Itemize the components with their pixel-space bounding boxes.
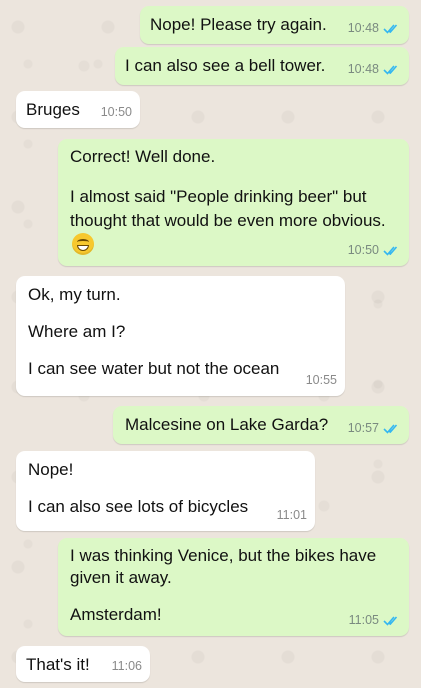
- message-meta: 11:01: [277, 504, 307, 526]
- message-meta: 10:50: [348, 239, 401, 261]
- double-check-icon: [383, 245, 398, 256]
- message-time: 10:50: [347, 243, 379, 257]
- message-incoming[interactable]: Bruges 10:50: [16, 91, 140, 128]
- double-check-icon: [383, 615, 398, 626]
- message-text: Amsterdam!: [70, 605, 162, 624]
- message-text: Where am I?: [28, 322, 126, 341]
- message-time: 11:06: [111, 659, 142, 673]
- message-text: Nope!: [28, 460, 74, 479]
- message-meta: 10:55: [306, 369, 337, 391]
- chat-thread[interactable]: Nope! Please try again. 10:48 I can also…: [0, 0, 421, 688]
- message-meta: 10:57: [348, 417, 401, 439]
- message-meta: 10:50: [101, 101, 132, 123]
- message-meta: 11:06: [112, 655, 142, 677]
- message-outgoing[interactable]: Correct! Well done. I almost said "Peopl…: [58, 139, 409, 266]
- double-check-icon: [383, 23, 398, 34]
- message-outgoing[interactable]: I can also see a bell tower. 10:48: [115, 47, 409, 85]
- message-text: I almost said "People drinking beer" but…: [70, 187, 386, 230]
- grinning-face-emoji: [72, 233, 94, 255]
- message-meta: 11:05: [349, 609, 401, 631]
- double-check-icon: [383, 64, 398, 75]
- message-text: I can also see lots of bicycles: [28, 497, 249, 516]
- message-text: I was thinking Venice, but the bikes hav…: [70, 546, 377, 587]
- message-time: 10:50: [100, 105, 132, 119]
- message-text: Correct! Well done.: [70, 147, 216, 166]
- message-time: 10:55: [305, 373, 337, 387]
- message-time: 11:05: [348, 613, 379, 627]
- message-incoming[interactable]: Ok, my turn. Where am I? I can see water…: [16, 276, 345, 396]
- message-outgoing[interactable]: Malcesine on Lake Garda? 10:57: [113, 406, 409, 444]
- message-time: 10:57: [347, 421, 379, 435]
- double-check-icon: [383, 423, 398, 434]
- message-time: 10:48: [347, 62, 379, 76]
- message-meta: 10:48: [348, 58, 401, 80]
- message-time: 10:48: [347, 21, 379, 35]
- message-meta: 10:48: [348, 17, 401, 39]
- message-incoming[interactable]: Nope! I can also see lots of bicycles 11…: [16, 451, 315, 531]
- message-outgoing[interactable]: Nope! Please try again. 10:48: [140, 6, 409, 44]
- message-time: 11:01: [276, 508, 307, 522]
- message-text: Ok, my turn.: [28, 285, 121, 304]
- message-outgoing[interactable]: I was thinking Venice, but the bikes hav…: [58, 538, 409, 636]
- message-text: I can see water but not the ocean: [28, 359, 280, 378]
- message-incoming[interactable]: That's it! 11:06: [16, 646, 150, 682]
